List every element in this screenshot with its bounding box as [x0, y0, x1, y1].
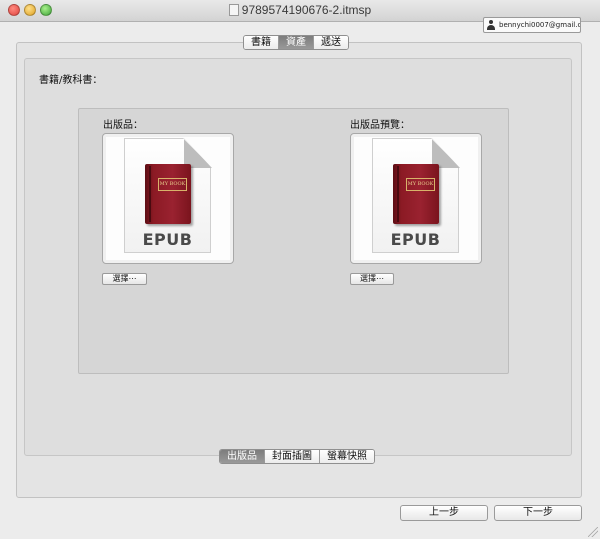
tab-assets[interactable]: 資產: [279, 36, 314, 49]
book-icon: MY BOOK: [145, 164, 191, 224]
publication-preview-well[interactable]: MY BOOK EPUB: [350, 133, 482, 264]
window-title-text: 9789574190676-2.itmsp: [241, 3, 372, 17]
choose-preview-button[interactable]: 選擇⋯: [350, 273, 394, 285]
tab-publication[interactable]: 出版品: [220, 450, 265, 463]
tab-books[interactable]: 書籍: [244, 36, 279, 49]
tab-screenshots[interactable]: 螢幕快照: [320, 450, 374, 463]
account-email: bennychi0007@gmail.com: [499, 21, 581, 29]
app-window: 9789574190676-2.itmsp bennychi0007@gmail…: [0, 0, 600, 539]
publication-preview-label: 出版品預覽：: [350, 120, 410, 131]
tab-delivery[interactable]: 遞送: [314, 36, 348, 49]
back-button[interactable]: 上一步: [400, 505, 488, 521]
publication-well[interactable]: MY BOOK EPUB: [102, 133, 234, 264]
section-label: 書籍/教科書：: [39, 75, 103, 86]
publication-label: 出版品：: [103, 120, 143, 131]
tab-cover-art[interactable]: 封面插圖: [265, 450, 320, 463]
account-button[interactable]: bennychi0007@gmail.com: [483, 17, 581, 33]
person-icon: [486, 20, 496, 30]
bottom-tab-bar: 出版品 封面插圖 螢幕快照: [219, 449, 375, 464]
next-button[interactable]: 下一步: [494, 505, 582, 521]
top-tab-bar: 書籍 資產 遞送: [243, 35, 349, 50]
book-plate: MY BOOK: [158, 178, 187, 191]
window-title: 9789574190676-2.itmsp: [0, 3, 600, 17]
document-icon: [228, 4, 239, 16]
choose-publication-button[interactable]: 選擇⋯: [102, 273, 147, 285]
epub-format-label: EPUB: [390, 230, 441, 249]
resize-grip-icon[interactable]: [588, 527, 598, 537]
epub-format-label: EPUB: [142, 230, 193, 249]
book-plate: MY BOOK: [406, 178, 435, 191]
book-icon: MY BOOK: [393, 164, 439, 224]
